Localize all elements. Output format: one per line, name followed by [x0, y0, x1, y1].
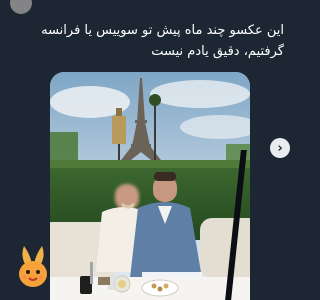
chevron-right-icon: › [277, 140, 283, 156]
author-avatar[interactable] [10, 0, 32, 14]
bunny-sticker-icon [19, 246, 47, 287]
post-media-photo[interactable] [50, 72, 250, 300]
tweet-screen: این عکسو چند ماه پیش تو سوییس یا فرانسه … [0, 0, 300, 300]
carousel-next-button[interactable]: › [270, 138, 290, 158]
photo-image [50, 72, 250, 300]
tweet-header [0, 0, 300, 14]
post-text: این عکسو چند ماه پیش تو سوییس یا فرانسه … [41, 23, 284, 59]
